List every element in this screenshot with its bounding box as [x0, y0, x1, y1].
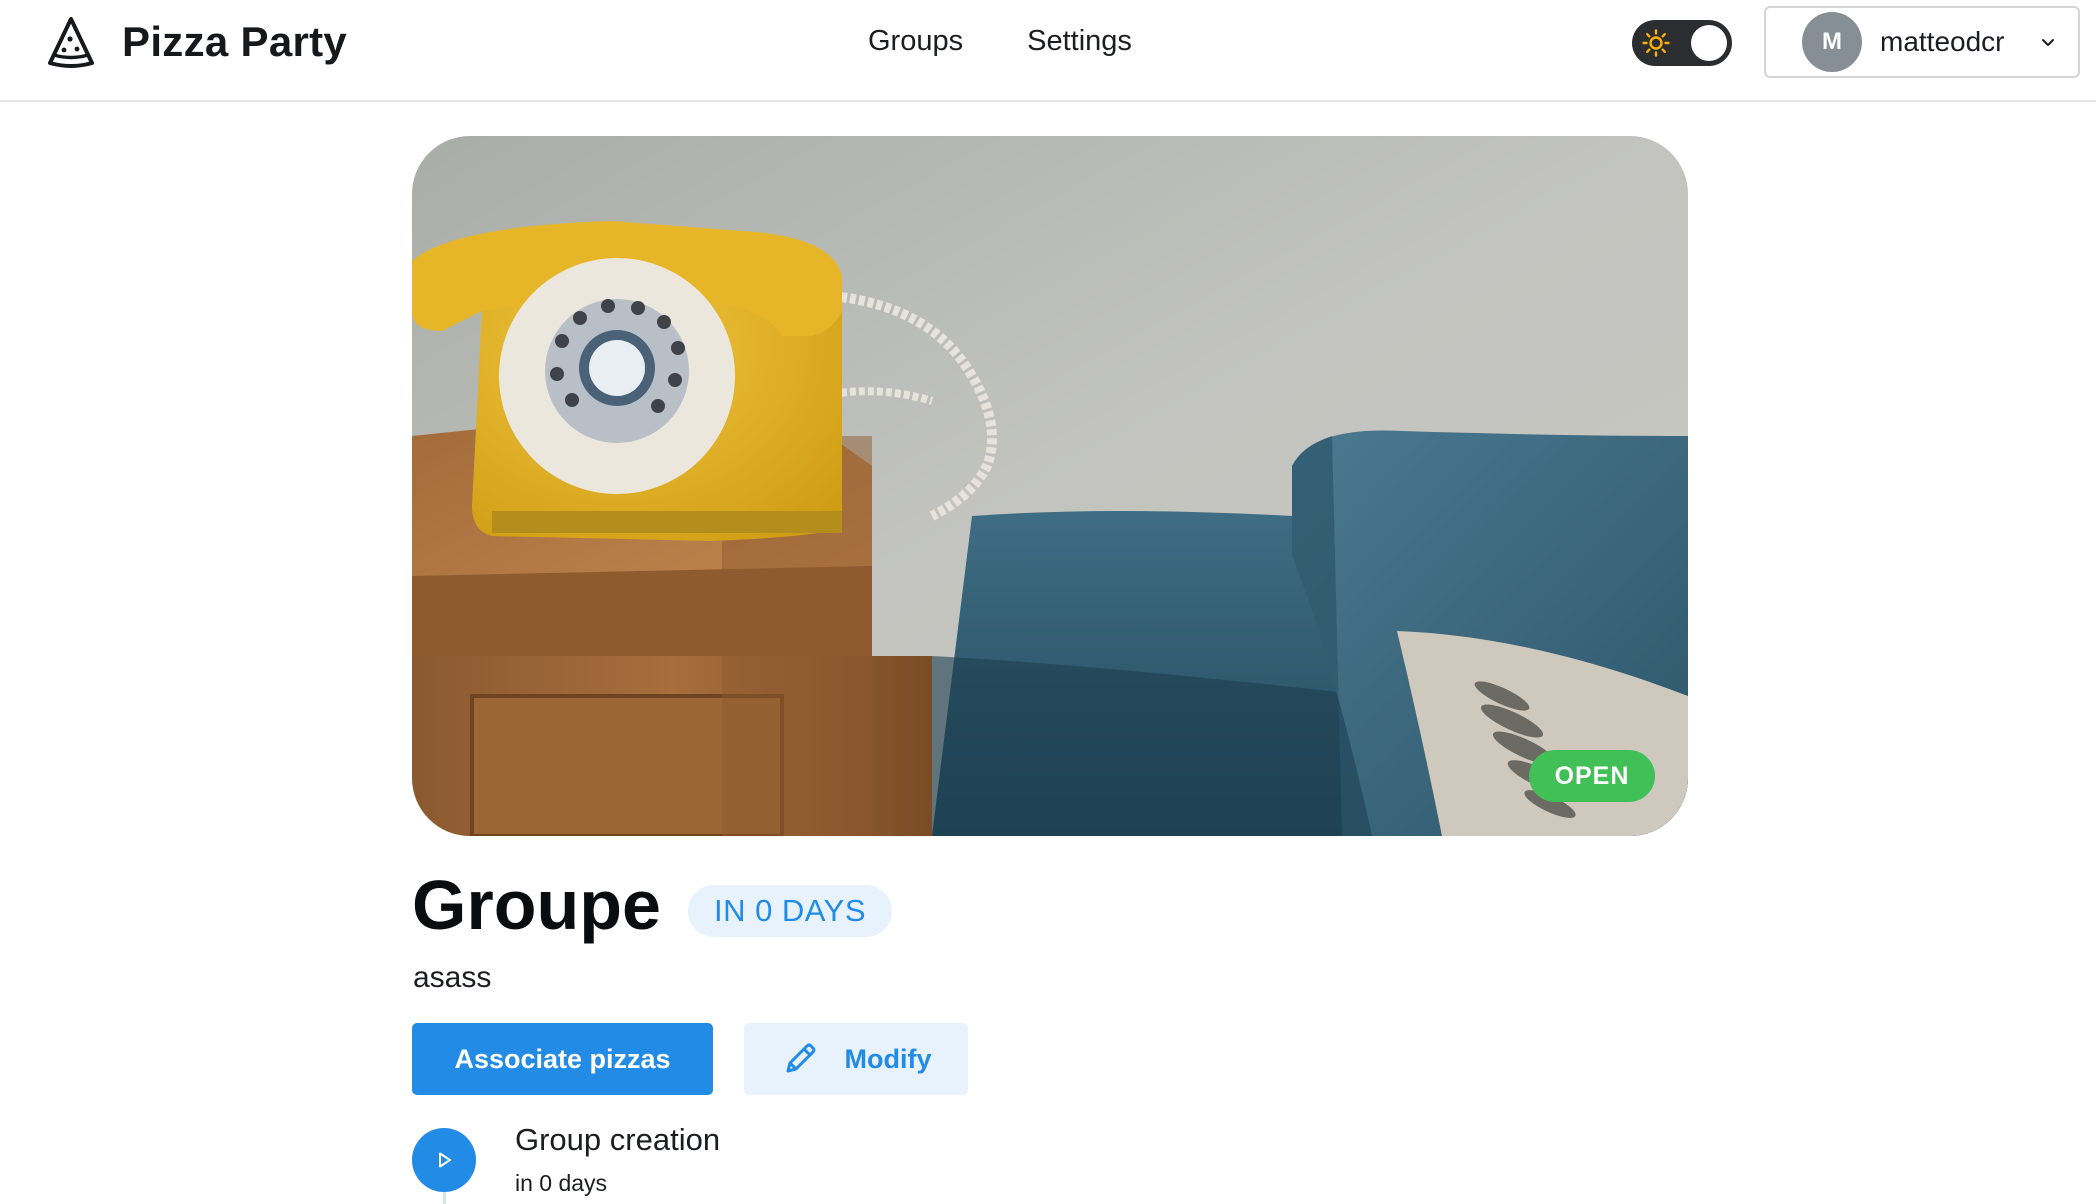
- group-cover-image: [412, 136, 1688, 836]
- chevron-down-icon: [2041, 39, 2054, 46]
- group-title: Groupe: [412, 866, 661, 944]
- nav-link-groups[interactable]: Groups: [868, 22, 963, 60]
- cover-photo: [412, 136, 1688, 836]
- sun-icon: [1642, 29, 1670, 57]
- user-name: matteodcr: [1880, 26, 2005, 57]
- avatar: M: [1802, 12, 1862, 72]
- timeline-item-subtitle: in 0 days: [515, 1170, 608, 1196]
- brand[interactable]: Pizza Party: [44, 14, 347, 70]
- group-description: asass: [413, 961, 492, 994]
- play-icon: [439, 1152, 451, 1168]
- modify-button[interactable]: Modify: [744, 1023, 968, 1095]
- pizza-slice-icon: [48, 17, 94, 68]
- status-badge: OPEN: [1529, 750, 1655, 802]
- top-navbar: Pizza Party Groups Settings M matteodcr: [0, 0, 2096, 102]
- pencil-icon: [786, 1043, 815, 1073]
- timeline-bullet: [412, 1128, 476, 1192]
- timeline-item-title: Group creation: [515, 1122, 721, 1157]
- theme-toggle[interactable]: [1632, 20, 1732, 66]
- modify-button-label: Modify: [844, 1043, 932, 1074]
- app-title: Pizza Party: [122, 18, 348, 65]
- toggle-knob: [1691, 25, 1727, 61]
- user-menu-button[interactable]: M matteodcr: [1764, 6, 2080, 78]
- date-badge: IN 0 DAYS: [688, 885, 892, 937]
- nav-link-settings[interactable]: Settings: [1027, 22, 1132, 60]
- main-nav: Groups Settings: [868, 22, 1132, 60]
- associate-pizzas-button[interactable]: Associate pizzas: [412, 1023, 713, 1095]
